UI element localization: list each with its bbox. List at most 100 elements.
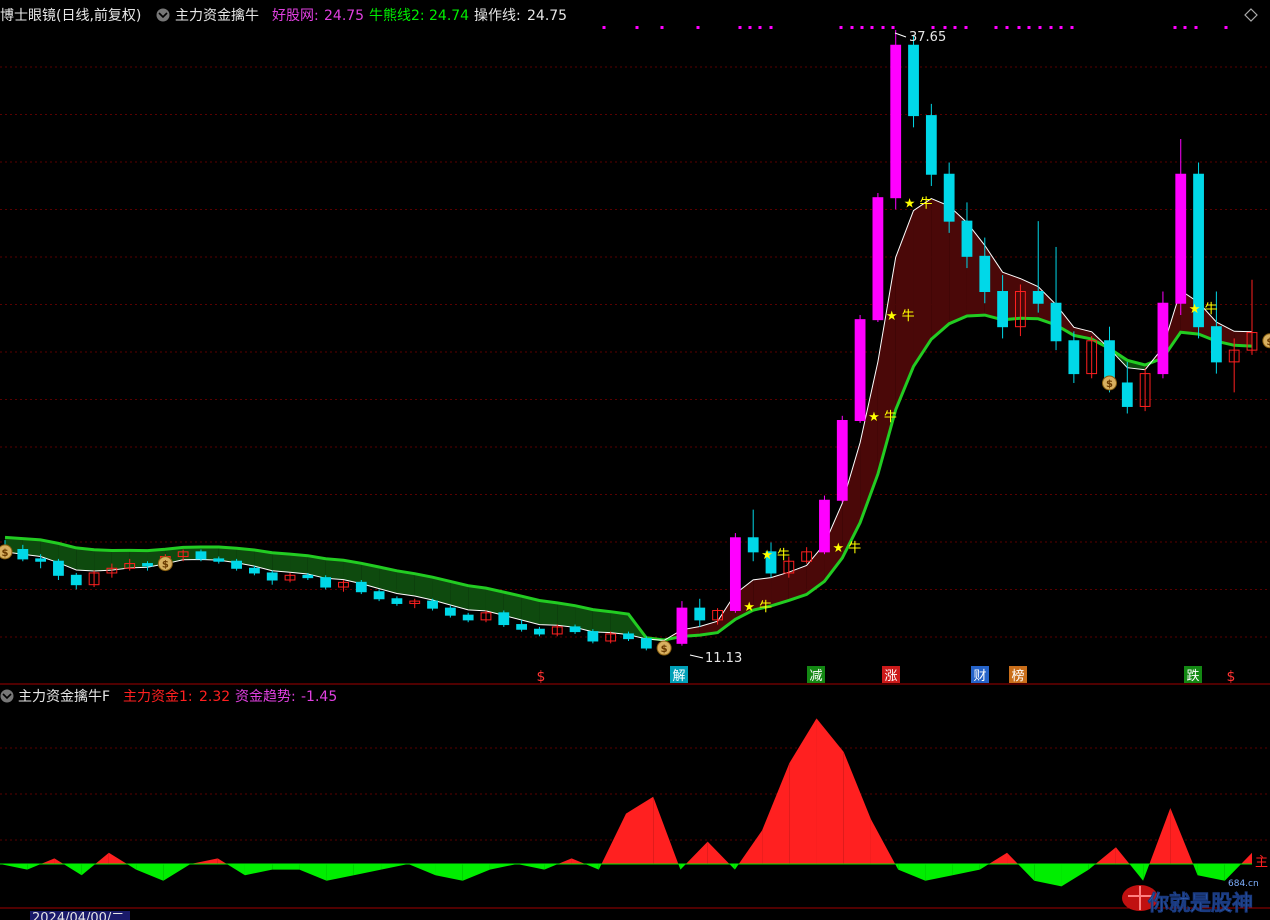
candle-body xyxy=(819,499,830,553)
trend-band xyxy=(290,554,308,575)
signal-dot xyxy=(860,26,864,29)
money-bag-icon: $ xyxy=(0,544,13,560)
candle-body xyxy=(373,591,385,600)
candle-body xyxy=(872,197,884,321)
signal-dot xyxy=(994,26,998,29)
signal-dot xyxy=(953,26,957,29)
value-2: 24.74 xyxy=(429,8,469,24)
sub-value-label-1: 主力资金1: xyxy=(123,689,193,705)
star-signal: ★ 牛 xyxy=(743,600,772,615)
signal-dot xyxy=(769,26,773,29)
signal-dot xyxy=(660,26,664,29)
star-signal: ★ 牛 xyxy=(1189,302,1218,317)
star-signal: ★ 牛 xyxy=(868,410,897,425)
kline-chart[interactable]: ★ 牛★ 牛★ 牛★ 牛★ 牛★ 牛★ 牛$$$$$ 博士眼镜(日线,前复权) … xyxy=(0,0,1270,920)
event-dollar-2[interactable]: $ xyxy=(1227,669,1236,685)
signal-dot xyxy=(635,26,639,29)
trend-band xyxy=(76,547,95,571)
signal-dot xyxy=(881,26,885,29)
trend-band xyxy=(539,600,558,626)
collapse-icon[interactable] xyxy=(156,8,170,22)
svg-text:解: 解 xyxy=(672,669,685,684)
candle-body xyxy=(1157,302,1169,375)
high-price-label: 37.65 xyxy=(909,30,946,45)
event-jian[interactable]: 减 xyxy=(807,666,825,684)
signal-dot xyxy=(850,26,854,29)
candle-body xyxy=(444,607,456,616)
signal-dot xyxy=(891,26,895,29)
svg-text:$: $ xyxy=(537,669,546,685)
value-3: 24.75 xyxy=(527,8,567,24)
event-bang[interactable]: 榜 xyxy=(1009,666,1027,684)
candle-body xyxy=(391,598,403,604)
indicator-name: 主力资金擒牛 xyxy=(175,7,259,24)
candle-body xyxy=(747,537,759,553)
trend-band xyxy=(325,558,344,580)
candle-body xyxy=(320,577,332,588)
svg-text:减: 减 xyxy=(809,669,822,684)
candle-body xyxy=(70,574,82,586)
candle-body xyxy=(623,633,634,640)
sub-right-tag: 主 xyxy=(1255,855,1268,870)
signal-dot xyxy=(1059,26,1063,29)
sub-indicator-name: 主力资金擒牛F xyxy=(18,688,110,705)
value-label-1: 好股网: xyxy=(272,8,319,24)
event-zhang[interactable]: 涨 xyxy=(882,666,900,684)
signal-dot xyxy=(943,26,947,29)
candle-body xyxy=(516,624,528,630)
signal-dot xyxy=(839,26,843,29)
watermark-small: 684.cn xyxy=(1228,879,1259,889)
candle-body xyxy=(587,631,599,642)
main-title: 博士眼镜(日线,前复权) xyxy=(0,7,141,24)
star-signal: ★ 牛 xyxy=(904,196,933,211)
money-bag-glyph: $ xyxy=(1106,379,1113,390)
trend-band xyxy=(592,609,611,633)
signal-dot xyxy=(931,26,935,29)
candle-body xyxy=(1121,382,1133,407)
candle-body xyxy=(943,173,955,222)
candle-body xyxy=(925,115,937,175)
money-bag-icon: $ xyxy=(656,640,672,656)
candle-body xyxy=(890,44,902,199)
signal-dot xyxy=(870,26,874,29)
signal-dot xyxy=(1173,26,1177,29)
candle-body xyxy=(854,319,866,422)
money-bag-glyph: $ xyxy=(1266,337,1270,348)
event-die[interactable]: 跌 xyxy=(1184,666,1202,684)
value-label-2: 牛熊线2: xyxy=(369,8,425,24)
candle-body xyxy=(1068,340,1080,375)
signal-dot xyxy=(1194,26,1198,29)
sub-collapse-icon[interactable] xyxy=(0,689,14,703)
signal-dot xyxy=(602,26,606,29)
candle-body xyxy=(195,551,207,560)
candle-body xyxy=(249,567,260,574)
candle-body xyxy=(427,600,438,609)
money-bag-glyph: $ xyxy=(661,644,668,655)
trend-band xyxy=(272,552,291,573)
sub-value-label-2: 资金趋势: xyxy=(235,689,296,705)
event-dollar-1[interactable]: $ xyxy=(537,669,546,685)
star-signal: ★ 牛 xyxy=(832,541,861,556)
sub-value-2: -1.45 xyxy=(301,689,337,705)
low-price-label: 11.13 xyxy=(705,651,742,666)
sub-value-1: 2.32 xyxy=(199,689,230,705)
signal-dot xyxy=(1183,26,1187,29)
signal-dot xyxy=(1038,26,1042,29)
candle-body xyxy=(979,255,991,293)
candle-body xyxy=(462,614,474,621)
fund-negative xyxy=(272,864,300,870)
trend-band xyxy=(1234,331,1252,347)
event-jie[interactable]: 解 xyxy=(670,666,688,684)
candle-body xyxy=(231,560,242,569)
svg-text:涨: 涨 xyxy=(884,669,897,684)
footer-date: 2024/04/00/二 xyxy=(32,911,124,920)
signal-dot xyxy=(748,26,752,29)
candle-body xyxy=(1050,302,1062,342)
signal-dot xyxy=(1224,26,1228,29)
signal-dot xyxy=(1027,26,1031,29)
candle-body xyxy=(569,626,581,633)
candle-body xyxy=(961,220,973,257)
svg-text:跌: 跌 xyxy=(1186,668,1199,684)
candle-body xyxy=(498,612,510,626)
event-cai[interactable]: 财 xyxy=(971,666,989,684)
